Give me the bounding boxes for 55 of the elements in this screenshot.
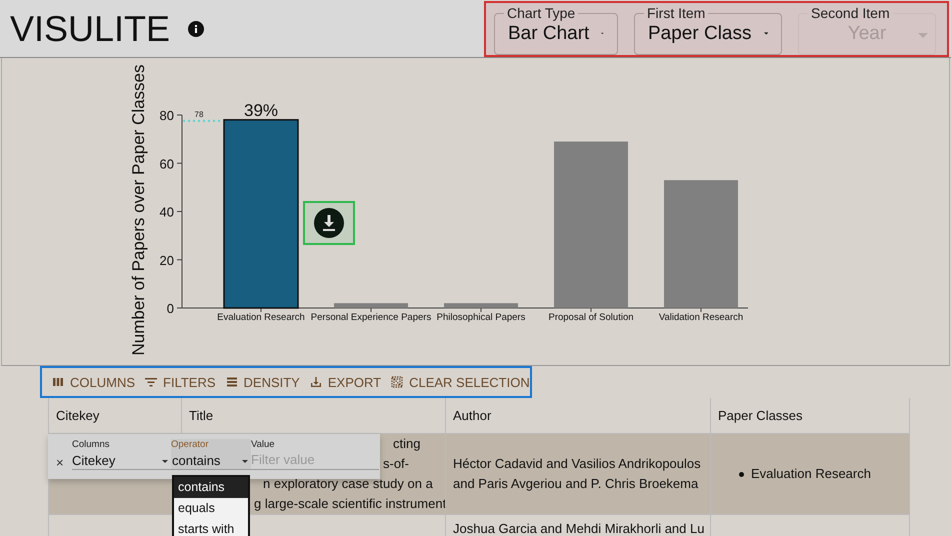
table-cell-text: Evaluation Research	[751, 465, 871, 483]
select-value: Paper Class	[648, 22, 752, 44]
y-tick-label: 80	[160, 108, 174, 123]
toolbar-button[interactable]: COLUMNS	[52, 374, 136, 390]
info-icon[interactable]	[188, 20, 204, 36]
value-label: 78	[194, 110, 204, 119]
grid-icon	[391, 376, 404, 388]
y-tick-label: 60	[160, 156, 174, 172]
bullet-icon	[739, 472, 744, 476]
y-axis-title: Number of Papers over Paper Classes	[129, 64, 148, 356]
table-cell-text: g large-scale scientific instrument	[254, 495, 446, 513]
select-label: First Item	[644, 6, 708, 20]
y-tick-label: 20	[160, 252, 174, 268]
percent-label: 39%	[244, 100, 278, 120]
input-field[interactable]: Filter value	[251, 452, 379, 470]
menu-item[interactable]: contains	[174, 477, 248, 498]
bar[interactable]	[444, 303, 518, 308]
download-button[interactable]	[303, 201, 355, 245]
x-tick-label: Philosophical Papers	[436, 312, 526, 323]
y-tick-label: 0	[166, 301, 174, 316]
toolbar-button[interactable]: DENSITY	[226, 374, 300, 390]
app-title: VISULITE	[10, 8, 170, 50]
menu-item[interactable]: starts with	[174, 519, 248, 536]
field-label: Value	[251, 439, 275, 450]
caret-icon	[162, 460, 168, 463]
field-label: Operator	[171, 439, 208, 450]
x-tick-label: Evaluation Research	[217, 312, 305, 323]
table-cell-text: cting	[393, 435, 420, 453]
filter-icon	[145, 376, 158, 388]
download-icon	[310, 376, 322, 388]
x-tick-label: Personal Experience Papers	[310, 312, 432, 323]
table-cell-text: s-of-	[383, 455, 409, 473]
select-value: Bar Chart	[508, 22, 590, 44]
toolbar-button[interactable]: CLEAR SELECTION	[391, 374, 530, 390]
leader-line	[183, 120, 223, 122]
table-cell-text: n exploratory case study on a	[263, 475, 433, 493]
x-tick-label: Proposal of Solution	[548, 312, 634, 323]
operator-select[interactable]: Operator contains	[171, 439, 251, 470]
field-label: Columns	[72, 439, 110, 450]
table-cell-text: Héctor Cadavid and Vasilios Andrikopoulos and Paris Avgeriou and P. Chris Broekema	[453, 455, 702, 493]
bar[interactable]	[334, 303, 408, 308]
caret-icon	[918, 32, 928, 38]
y-tick-label: 40	[160, 204, 174, 220]
caret-icon	[242, 460, 248, 463]
caret-icon	[764, 31, 768, 36]
table-cell-text: Joshua Garcia and Mehdi Mirakhorli and Lu	[453, 520, 703, 536]
select-label: Second Item	[808, 6, 893, 20]
x-tick-label: Validation Research	[658, 312, 744, 323]
download-icon	[314, 208, 344, 238]
columns-icon	[52, 376, 64, 388]
toolbar-button[interactable]: FILTERS	[145, 374, 216, 390]
toolbar-button[interactable]: EXPORT	[310, 374, 382, 390]
select-label: Chart Type	[504, 6, 578, 20]
close-button[interactable]: ×	[56, 455, 64, 470]
menu-icon	[226, 376, 238, 388]
